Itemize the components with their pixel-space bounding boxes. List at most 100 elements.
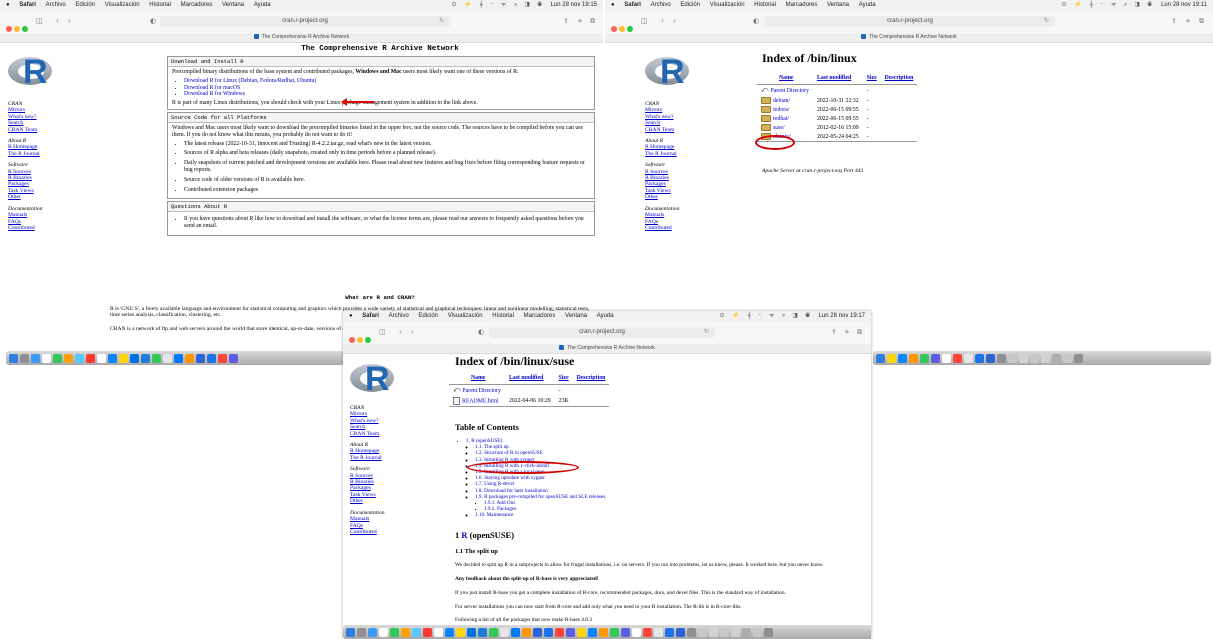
new-tab-icon[interactable]: +: [577, 17, 583, 25]
parent-directory-link[interactable]: Parent Directory: [462, 388, 500, 394]
col-name[interactable]: Name: [449, 375, 505, 384]
dir-link-fedora[interactable]: fedora/: [773, 107, 789, 113]
col-last-modified[interactable]: Last modified: [813, 75, 863, 84]
menu-item-ventana[interactable]: Ventana: [827, 0, 849, 11]
col-last-modified[interactable]: Last modified: [505, 375, 555, 384]
sidebar-link-contributed[interactable]: Contributed: [350, 529, 385, 535]
menu-item-safari[interactable]: Safari: [19, 0, 36, 11]
menu-item-ventana[interactable]: Ventana: [565, 311, 587, 322]
minimize-window-button[interactable]: [619, 26, 625, 32]
menu-item-edicion[interactable]: Edición: [75, 0, 95, 11]
sidebar-link-r-homepage[interactable]: R Homepage: [645, 144, 680, 150]
menu-item-archivo[interactable]: Archivo: [651, 0, 671, 11]
sidebar-link-contributed[interactable]: Contributed: [645, 225, 680, 231]
menu-clock[interactable]: Lun 28 nov 19:15: [551, 0, 597, 11]
source-item-latest[interactable]: The latest release (2022-10-31, Innocent…: [184, 141, 590, 148]
dir-link-debian[interactable]: debian/: [773, 98, 790, 104]
active-tab[interactable]: The Comprehensive R Archive Network: [861, 34, 957, 40]
share-icon[interactable]: ⇪: [1171, 17, 1177, 25]
source-item-packages[interactable]: Contributed extension packages: [184, 187, 590, 194]
zoom-window-button[interactable]: [365, 337, 371, 343]
menu-item-edicion[interactable]: Edición: [418, 311, 438, 322]
col-name[interactable]: Name: [757, 75, 813, 84]
address-bar[interactable]: cran.r-project.org ↻: [489, 327, 715, 338]
menu-clock[interactable]: Lun 28 nov 19:11: [1161, 0, 1207, 11]
menu-item-safari[interactable]: Safari: [362, 311, 379, 322]
sidebar-link-r-journal[interactable]: The R Journal: [645, 151, 680, 157]
sidebar-link-other[interactable]: Other: [350, 498, 385, 504]
menu-item-ayuda[interactable]: Ayuda: [859, 0, 876, 11]
download-macos-link[interactable]: Download R for macOS: [184, 85, 240, 91]
menu-item-visualizacion[interactable]: Visualización: [448, 311, 483, 322]
sidebar-link-cran-team[interactable]: CRAN Team: [350, 431, 385, 437]
status-icons[interactable]: ⊙ ⚡ 𝄞 ⌁ ᯤ ⌕ ◨ ◉: [719, 311, 813, 322]
menu-item-historial[interactable]: Historial: [492, 311, 514, 322]
r-link[interactable]: R: [461, 530, 467, 540]
menu-item-visualizacion[interactable]: Visualización: [710, 0, 745, 11]
menu-item-archivo[interactable]: Archivo: [46, 0, 66, 11]
download-windows-link[interactable]: Download R for Windows: [184, 91, 245, 97]
menu-item-ventana[interactable]: Ventana: [222, 0, 244, 11]
menu-item-marcadores[interactable]: Marcadores: [524, 311, 556, 322]
menu-item-ayuda[interactable]: Ayuda: [597, 311, 614, 322]
sidebar-link-contributed[interactable]: Contributed: [8, 225, 43, 231]
menu-item-historial[interactable]: Historial: [149, 0, 171, 11]
toc-link-add-ons[interactable]: 1.9.1. Add Ons: [484, 500, 515, 506]
privacy-shield-icon[interactable]: ◐: [753, 17, 759, 25]
sidebar-link-cran-team[interactable]: CRAN Team: [645, 127, 680, 133]
questions-text[interactable]: If you have questions about R like how t…: [184, 216, 590, 230]
source-item-alpha-beta[interactable]: Sources of R alpha and beta releases (da…: [184, 150, 590, 157]
sidebar-link-cran-team[interactable]: CRAN Team: [8, 127, 43, 133]
apple-menu-icon[interactable]: ●: [611, 0, 615, 11]
toc-link-packages[interactable]: 1.9.2. Packages: [484, 506, 516, 512]
tab-overview-icon[interactable]: ⧉: [590, 17, 595, 26]
sidebar-link-other[interactable]: Other: [8, 194, 43, 200]
toc-link-precompiled[interactable]: 1.9. R packages pre-compiled for openSUS…: [475, 494, 605, 500]
sidebar-link-other[interactable]: Other: [645, 194, 680, 200]
active-tab[interactable]: The Comprehensive R Archive Network: [559, 345, 655, 351]
reload-icon[interactable]: ↻: [1044, 16, 1049, 27]
new-tab-icon[interactable]: +: [1185, 17, 1191, 25]
menu-clock[interactable]: Lun 28 nov 19:17: [819, 311, 865, 322]
col-description[interactable]: Description: [881, 75, 918, 84]
close-window-button[interactable]: [611, 26, 617, 32]
share-icon[interactable]: ⇪: [831, 328, 837, 336]
sidebar-link-r-journal[interactable]: The R Journal: [350, 455, 385, 461]
new-tab-icon[interactable]: +: [844, 328, 850, 336]
sidebar-toggle-icon[interactable]: ◫: [379, 328, 386, 336]
apple-menu-icon[interactable]: ●: [6, 0, 10, 11]
menu-item-safari[interactable]: Safari: [624, 0, 641, 11]
sidebar-link-r-journal[interactable]: The R Journal: [8, 151, 43, 157]
sidebar-toggle-icon[interactable]: ◫: [36, 17, 43, 25]
sidebar-link-r-homepage[interactable]: R Homepage: [350, 448, 385, 454]
sidebar-link-r-homepage[interactable]: R Homepage: [8, 144, 43, 150]
toc-link-uptodate[interactable]: 1.6. Staying uptodate with zypper: [475, 475, 545, 481]
apple-menu-icon[interactable]: ●: [349, 311, 353, 322]
forward-icon[interactable]: ›: [673, 17, 676, 25]
r-logo[interactable]: R: [350, 361, 396, 398]
close-window-button[interactable]: [349, 337, 355, 343]
linux-distros-link[interactable]: (Debian, Fedora/Redhat, Ubuntu): [238, 78, 316, 84]
dir-link-suse[interactable]: suse/: [773, 125, 785, 131]
forward-icon[interactable]: ›: [411, 328, 414, 336]
parent-directory-link[interactable]: Parent Directory: [770, 88, 808, 94]
menu-item-historial[interactable]: Historial: [754, 0, 776, 11]
r-logo[interactable]: R: [8, 54, 54, 91]
forward-icon[interactable]: ›: [68, 17, 71, 25]
minimize-window-button[interactable]: [357, 337, 363, 343]
address-bar[interactable]: cran.r-project.org ↻: [160, 16, 450, 27]
dir-link-redhat[interactable]: redhat/: [773, 116, 789, 122]
status-icons[interactable]: ⊙ ⚡ 𝄞 ⌁ ᯤ ⌕ ◨ ◉: [451, 0, 545, 11]
menu-item-ayuda[interactable]: Ayuda: [254, 0, 271, 11]
tab-overview-icon[interactable]: ⧉: [857, 328, 862, 337]
source-item-older[interactable]: Source code of older versions of R is av…: [184, 177, 590, 184]
menu-item-archivo[interactable]: Archivo: [389, 311, 409, 322]
privacy-shield-icon[interactable]: ◐: [478, 328, 484, 336]
menu-item-edicion[interactable]: Edición: [680, 0, 700, 11]
col-size[interactable]: Size: [863, 75, 881, 84]
back-icon[interactable]: ‹: [661, 17, 664, 25]
share-icon[interactable]: ⇪: [563, 17, 569, 25]
readme-link[interactable]: README.html: [462, 398, 499, 404]
sidebar-toggle-icon[interactable]: ◫: [641, 17, 648, 25]
col-description[interactable]: Description: [573, 375, 610, 384]
